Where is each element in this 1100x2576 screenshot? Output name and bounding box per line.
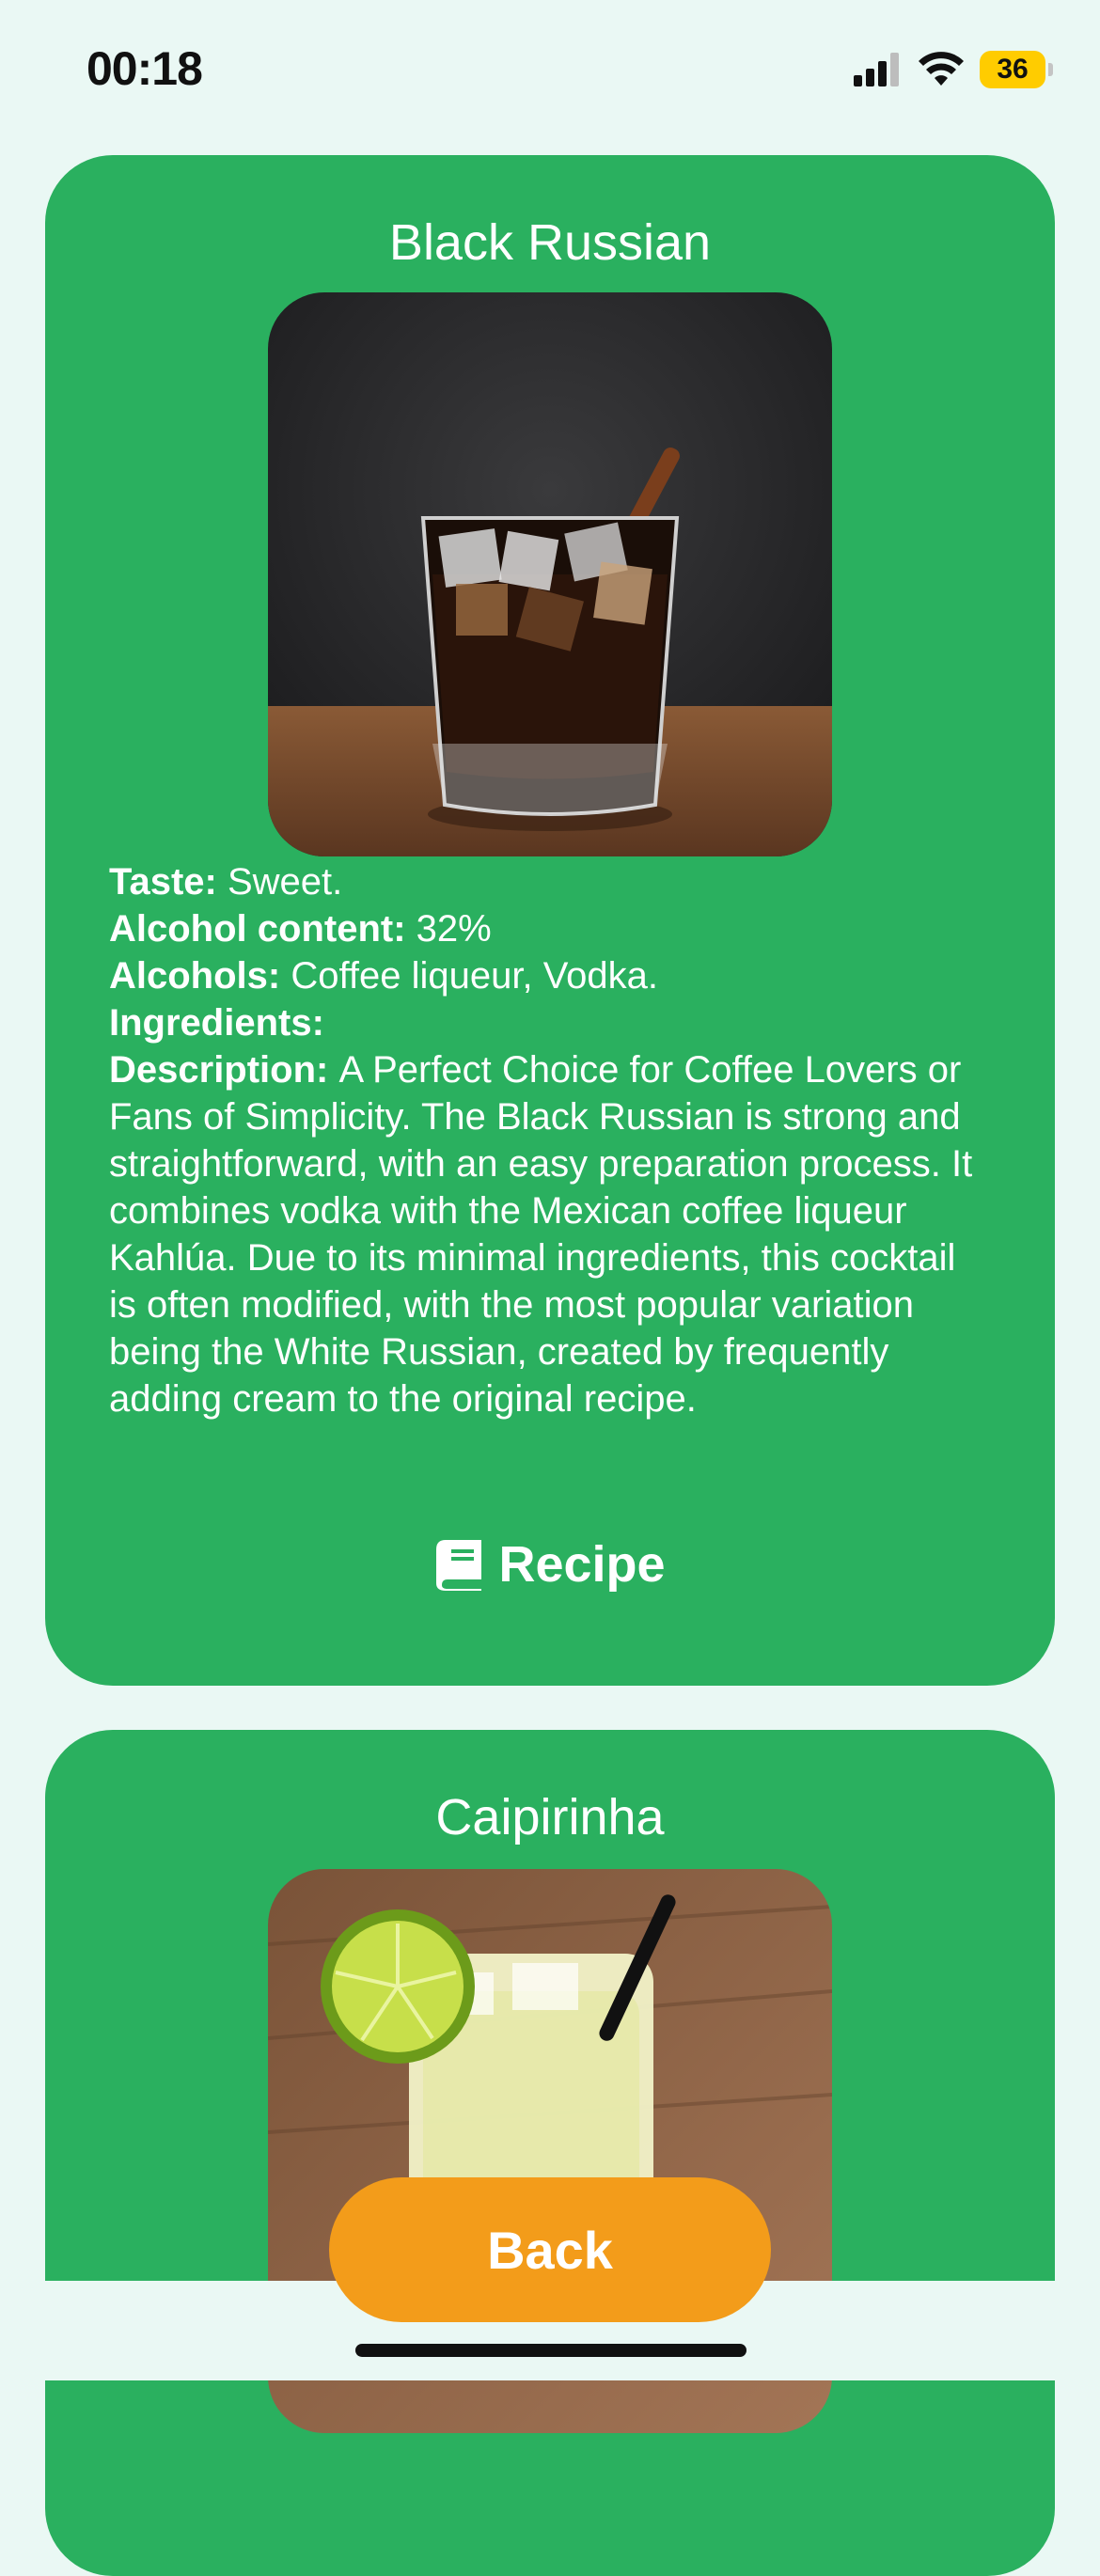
- alcohols-label: Alcohols:: [109, 955, 281, 997]
- alcohol-content-value: 32%: [416, 908, 492, 950]
- cocktail-title: Caipirinha: [435, 1789, 665, 1846]
- taste-value: Sweet.: [227, 861, 343, 903]
- ingredients-label: Ingredients:: [109, 1002, 324, 1044]
- cocktail-photo: [268, 292, 832, 856]
- status-time: 00:18: [86, 42, 203, 95]
- alcohol-content-row: Alcohol content: 32%: [109, 905, 993, 952]
- recipe-button[interactable]: Recipe: [45, 1535, 1055, 1594]
- battery-level: 36: [997, 54, 1029, 85]
- cocktail-card-caipirinha: Caipirinha: [45, 1730, 1055, 2576]
- status-bar: 00:18 36: [0, 0, 1100, 141]
- taste-label: Taste:: [109, 861, 217, 903]
- alcohols-value: Coffee liqueur, Vodka.: [291, 955, 659, 997]
- black-russian-image: [268, 292, 832, 856]
- cocktail-details: Taste: Sweet. Alcohol content: 32% Alcoh…: [109, 858, 993, 1422]
- cocktail-card-black-russian: Black Russian Taste: Sweet. Alcohol cont…: [45, 155, 1055, 1686]
- book-icon: [436, 1540, 482, 1591]
- alcohol-content-label: Alcohol content:: [109, 908, 406, 950]
- ingredients-row: Ingredients:: [109, 999, 993, 1046]
- battery-icon: 36: [980, 51, 1053, 88]
- alcohols-row: Alcohols: Coffee liqueur, Vodka.: [109, 952, 993, 999]
- recipe-label: Recipe: [498, 1536, 666, 1593]
- back-button[interactable]: Back: [329, 2177, 771, 2322]
- status-icons: 36: [854, 49, 1053, 90]
- cellular-signal-icon: [854, 53, 899, 86]
- description-row: Description: A Perfect Choice for Coffee…: [109, 1046, 993, 1422]
- cocktail-title: Black Russian: [388, 214, 712, 271]
- wifi-icon: [919, 52, 964, 86]
- taste-row: Taste: Sweet.: [109, 858, 993, 905]
- description-label: Description:: [109, 1049, 329, 1091]
- description-text: A Perfect Choice for Coffee Lovers or Fa…: [109, 1049, 973, 1420]
- home-indicator: [355, 2344, 746, 2357]
